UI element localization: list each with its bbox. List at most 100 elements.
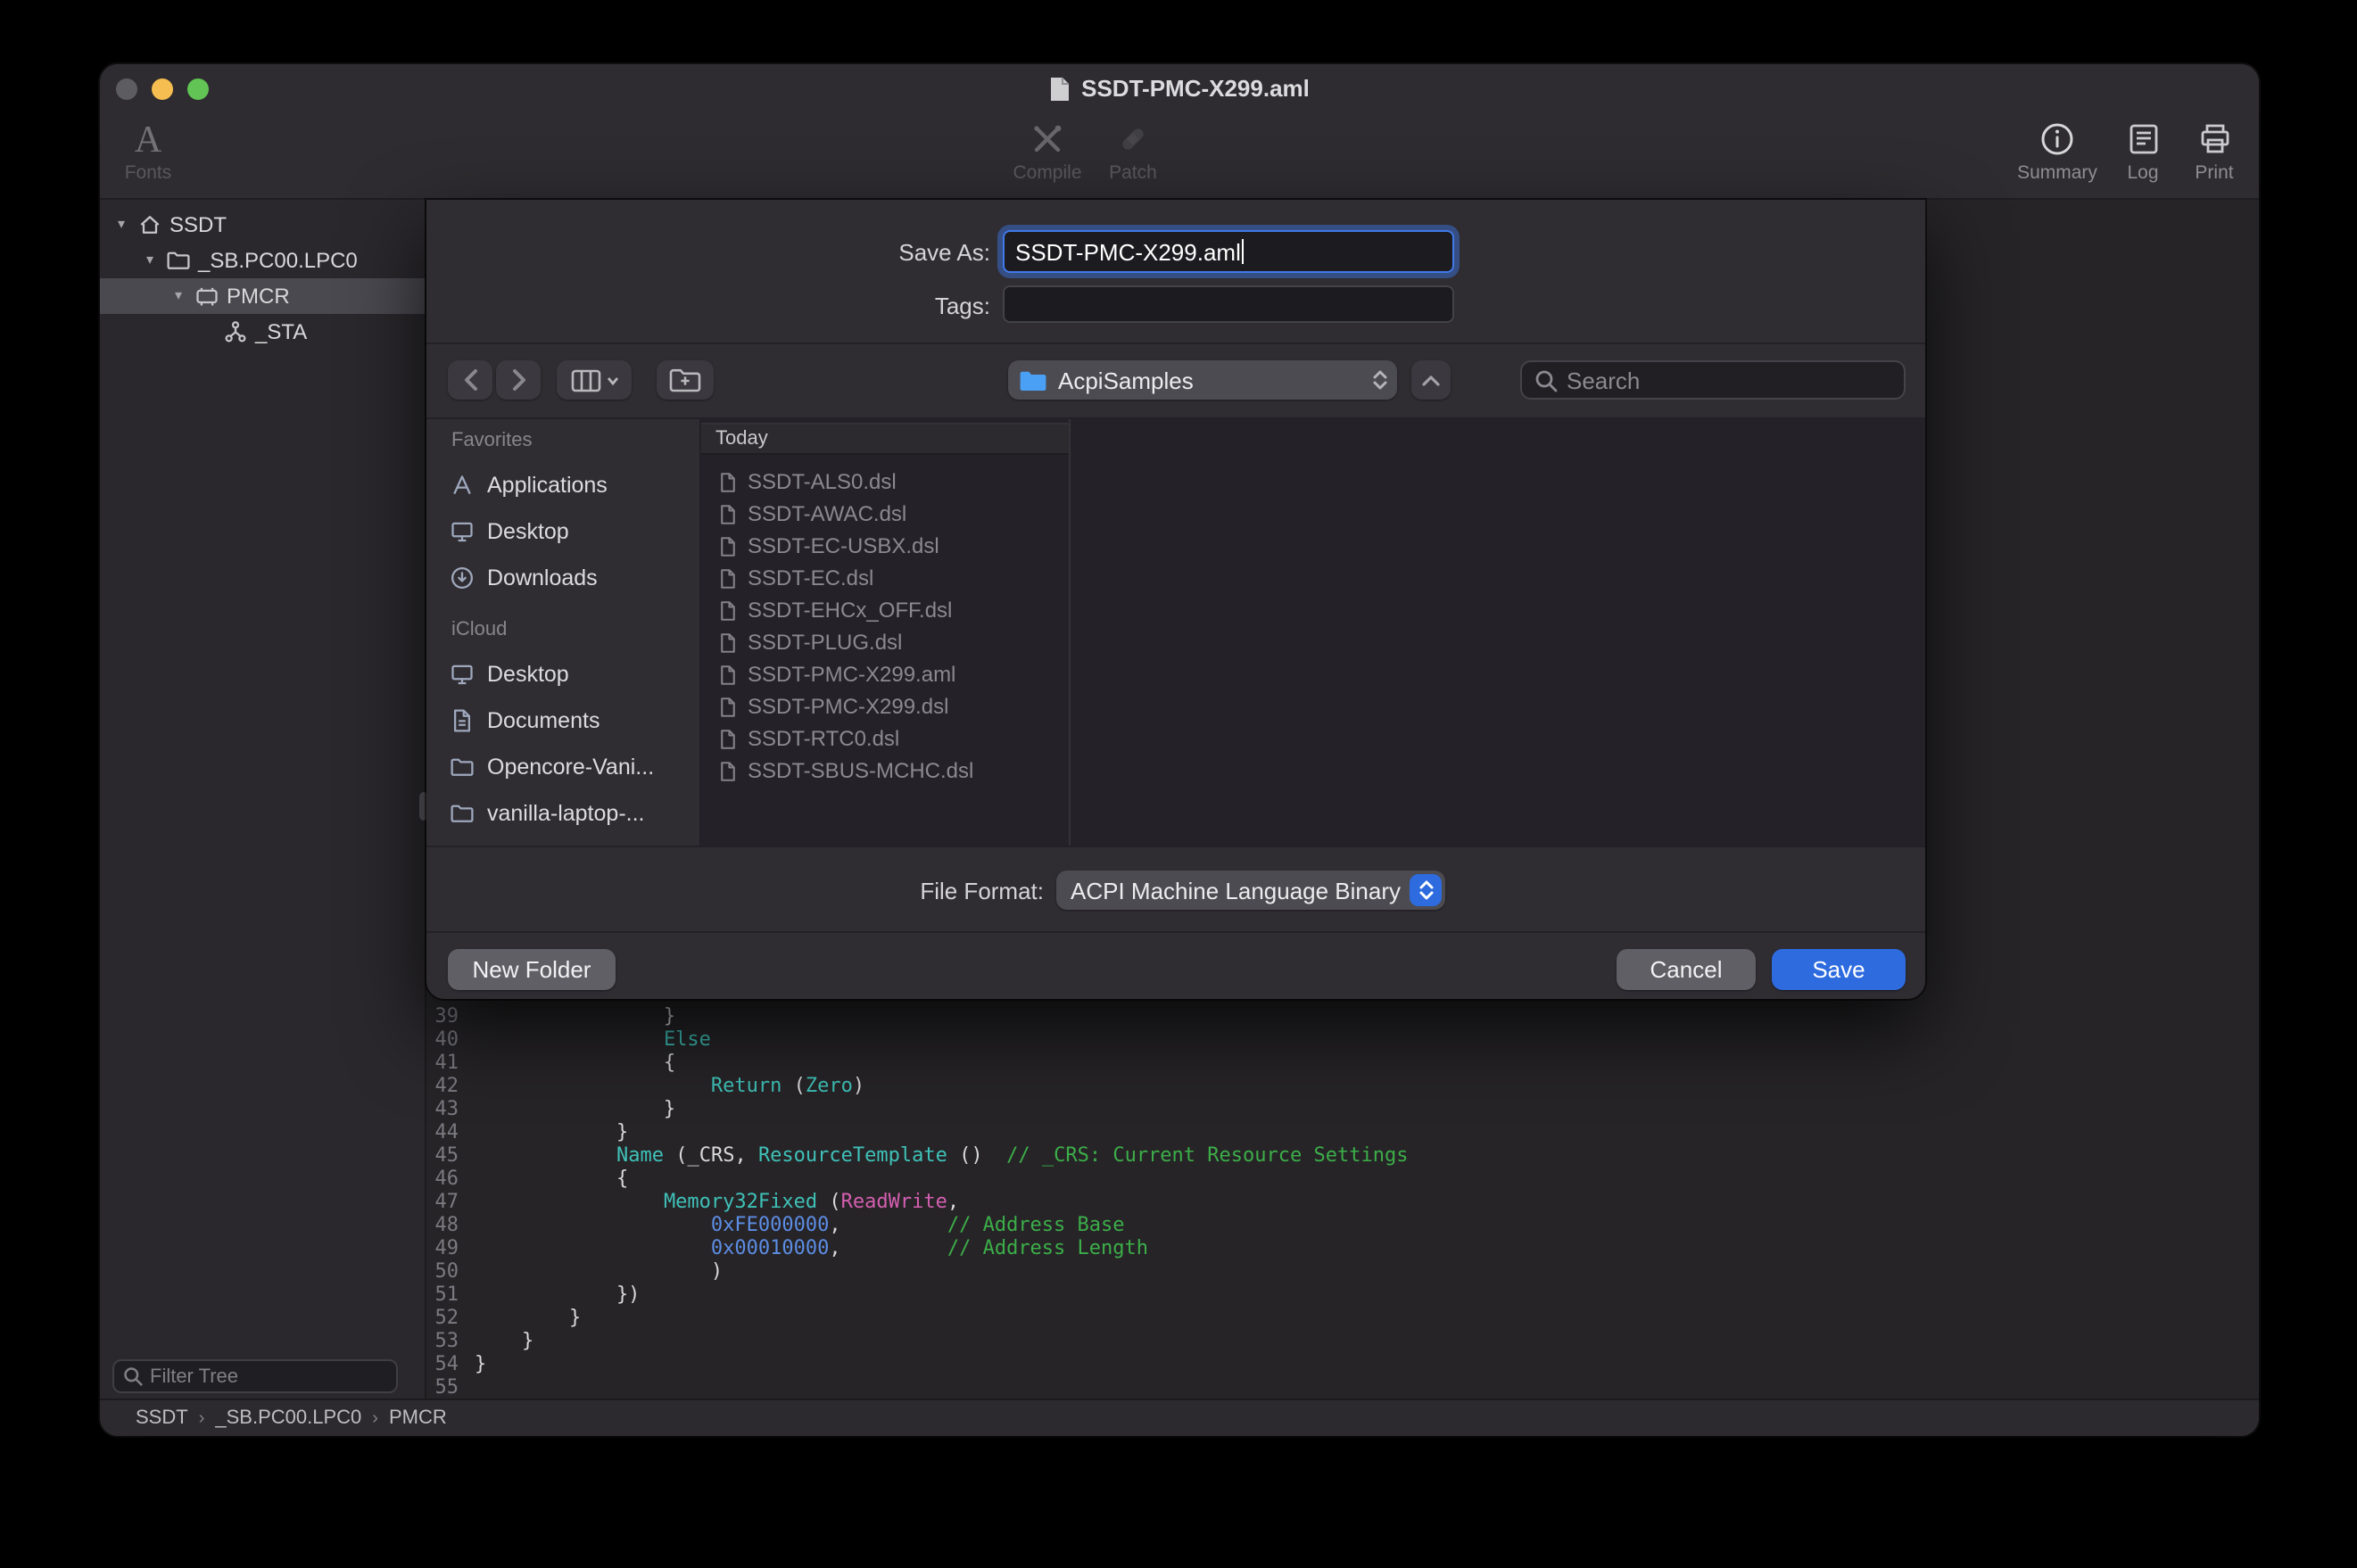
place-item-applications[interactable]: Applications bbox=[426, 462, 701, 508]
code-line: 40 Else bbox=[430, 1027, 2259, 1051]
compile-toolbar-button[interactable]: Compile bbox=[1001, 118, 1094, 184]
tree-item-label: SSDT bbox=[170, 207, 227, 243]
line-number: 50 bbox=[430, 1259, 459, 1283]
location-value: AcpiSamples bbox=[1058, 367, 1194, 393]
document-icon bbox=[717, 727, 739, 750]
file-name: SSDT-PMC-X299.dsl bbox=[748, 694, 948, 719]
file-format-value: ACPI Machine Language Binary bbox=[1071, 877, 1401, 904]
code-text: } bbox=[475, 1004, 675, 1027]
file-row-ssdt-pmc-x299-aml[interactable]: SSDT-PMC-X299.aml bbox=[701, 658, 1069, 690]
file-row-ssdt-als0-dsl[interactable]: SSDT-ALS0.dsl bbox=[701, 466, 1069, 498]
file-row-ssdt-pmc-x299-dsl[interactable]: SSDT-PMC-X299.dsl bbox=[701, 690, 1069, 722]
search-placeholder: Search bbox=[1567, 367, 1640, 393]
place-item-label: vanilla-laptop-... bbox=[487, 801, 645, 826]
documents-icon bbox=[450, 708, 475, 733]
code-line: 54} bbox=[430, 1352, 2259, 1375]
view-mode-button[interactable] bbox=[557, 360, 632, 400]
code-text: Memory32Fixed (ReadWrite, bbox=[475, 1190, 959, 1213]
breadcrumb-separator: › bbox=[199, 1408, 205, 1428]
file-row-ssdt-sbus-mchc-dsl[interactable]: SSDT-SBUS-MCHC.dsl bbox=[701, 755, 1069, 787]
code-line: 43 } bbox=[430, 1097, 2259, 1120]
search-input[interactable]: Search bbox=[1520, 360, 1906, 400]
cancel-button[interactable]: Cancel bbox=[1617, 949, 1756, 990]
close-button[interactable] bbox=[116, 78, 137, 99]
code-text: } bbox=[475, 1352, 486, 1375]
code-text: }) bbox=[475, 1283, 640, 1306]
fonts-toolbar-button[interactable]: A Fonts bbox=[107, 118, 189, 184]
log-toolbar-button[interactable]: Log bbox=[2109, 118, 2177, 184]
tree-item-sb-pc00-lpc0[interactable]: ▾_SB.PC00.LPC0 bbox=[100, 243, 425, 278]
applications-icon bbox=[450, 473, 475, 498]
file-row-ssdt-ec-usbx-dsl[interactable]: SSDT-EC-USBX.dsl bbox=[701, 530, 1069, 562]
place-item-label: Applications bbox=[487, 473, 608, 498]
place-item-downloads[interactable]: Downloads bbox=[426, 555, 701, 601]
file-row-ssdt-awac-dsl[interactable]: SSDT-AWAC.dsl bbox=[701, 498, 1069, 530]
disclosure-triangle-icon[interactable]: ▾ bbox=[168, 278, 189, 314]
place-item-desktop[interactable]: Desktop bbox=[426, 651, 701, 697]
code-text: 0x00010000, // Address Length bbox=[475, 1236, 1148, 1259]
place-item-opencore-vani[interactable]: Opencore-Vani... bbox=[426, 744, 701, 790]
document-icon bbox=[717, 631, 739, 654]
columns-view-icon bbox=[570, 368, 600, 392]
code-line: 55 bbox=[430, 1375, 2259, 1399]
code-text: } bbox=[475, 1097, 675, 1120]
chevron-right-icon bbox=[509, 367, 527, 392]
folder-icon bbox=[166, 248, 191, 273]
chevron-down-icon bbox=[606, 375, 618, 384]
file-name: SSDT-ALS0.dsl bbox=[748, 469, 897, 494]
place-item-documents[interactable]: Documents bbox=[426, 697, 701, 744]
code-line: 51 }) bbox=[430, 1283, 2259, 1306]
file-format-label: File Format: bbox=[426, 878, 1044, 904]
patch-toolbar-button[interactable]: Patch bbox=[1094, 118, 1172, 184]
tree-item-ssdt[interactable]: ▾ SSDT bbox=[100, 207, 425, 243]
house-icon bbox=[137, 212, 162, 237]
filter-tree-input[interactable]: Filter Tree bbox=[112, 1359, 398, 1393]
breadcrumb-item-ssdt[interactable]: SSDT bbox=[136, 1407, 188, 1429]
line-number: 49 bbox=[430, 1236, 459, 1259]
document-proxy-icon[interactable] bbox=[1049, 76, 1071, 101]
code-line: 50 ) bbox=[430, 1259, 2259, 1283]
summary-toolbar-button[interactable]: Summary bbox=[2009, 118, 2105, 184]
line-number: 53 bbox=[430, 1329, 459, 1352]
tree-item-pmcr[interactable]: ▾PMCR bbox=[100, 278, 425, 314]
location-popup[interactable]: AcpiSamples bbox=[1008, 360, 1397, 400]
toolbar: A Fonts Compile Patch Summary bbox=[100, 112, 2259, 200]
forward-button[interactable] bbox=[496, 360, 541, 400]
code-line: 47 Memory32Fixed (ReadWrite, bbox=[430, 1190, 2259, 1213]
titlebar[interactable]: SSDT-PMC-X299.aml bbox=[100, 64, 2259, 112]
new-folder-icon-button[interactable] bbox=[657, 360, 714, 400]
file-name: SSDT-RTC0.dsl bbox=[748, 726, 899, 751]
print-toolbar-button[interactable]: Print bbox=[2177, 118, 2252, 184]
file-row-ssdt-rtc0-dsl[interactable]: SSDT-RTC0.dsl bbox=[701, 722, 1069, 755]
breadcrumb-item-sb-pc00-lpc0[interactable]: _SB.PC00.LPC0 bbox=[215, 1407, 361, 1429]
zoom-button[interactable] bbox=[187, 78, 209, 99]
file-format-popup[interactable]: ACPI Machine Language Binary bbox=[1056, 871, 1445, 910]
minimize-button[interactable] bbox=[152, 78, 173, 99]
document-icon bbox=[717, 759, 739, 782]
place-item-vanilla-laptop[interactable]: vanilla-laptop-... bbox=[426, 790, 701, 837]
column-divider bbox=[1069, 419, 1071, 846]
file-name: SSDT-EHCx_OFF.dsl bbox=[748, 598, 952, 623]
tree-item-sta[interactable]: _STA bbox=[100, 314, 425, 350]
file-row-ssdt-ec-dsl[interactable]: SSDT-EC.dsl bbox=[701, 562, 1069, 594]
tags-input[interactable] bbox=[1003, 285, 1454, 323]
line-number: 44 bbox=[430, 1120, 459, 1143]
line-number: 43 bbox=[430, 1097, 459, 1120]
code-text: { bbox=[475, 1167, 628, 1190]
new-folder-button[interactable]: New Folder bbox=[448, 949, 616, 990]
file-row-ssdt-ehcx-off-dsl[interactable]: SSDT-EHCx_OFF.dsl bbox=[701, 594, 1069, 626]
code-line: 46 { bbox=[430, 1167, 2259, 1190]
code-lines: 39 }40 Else41 {42 Return (Zero)43 }44 }4… bbox=[430, 1004, 2259, 1399]
disclosure-triangle-icon[interactable]: ▾ bbox=[111, 207, 132, 243]
disclosure-triangle-icon[interactable]: ▾ bbox=[139, 243, 161, 278]
back-button[interactable] bbox=[448, 360, 492, 400]
file-row-ssdt-plug-dsl[interactable]: SSDT-PLUG.dsl bbox=[701, 626, 1069, 658]
place-item-desktop[interactable]: Desktop bbox=[426, 508, 701, 555]
parent-folder-button[interactable] bbox=[1411, 360, 1451, 400]
places-sidebar: FavoritesApplicationsDesktopDownloadsiCl… bbox=[426, 419, 701, 846]
place-item-label: Downloads bbox=[487, 565, 598, 590]
save-as-input[interactable]: SSDT-PMC-X299.aml bbox=[1003, 230, 1454, 273]
document-icon bbox=[717, 534, 739, 557]
save-button[interactable]: Save bbox=[1772, 949, 1906, 990]
breadcrumb-item-pmcr[interactable]: PMCR bbox=[389, 1407, 447, 1429]
